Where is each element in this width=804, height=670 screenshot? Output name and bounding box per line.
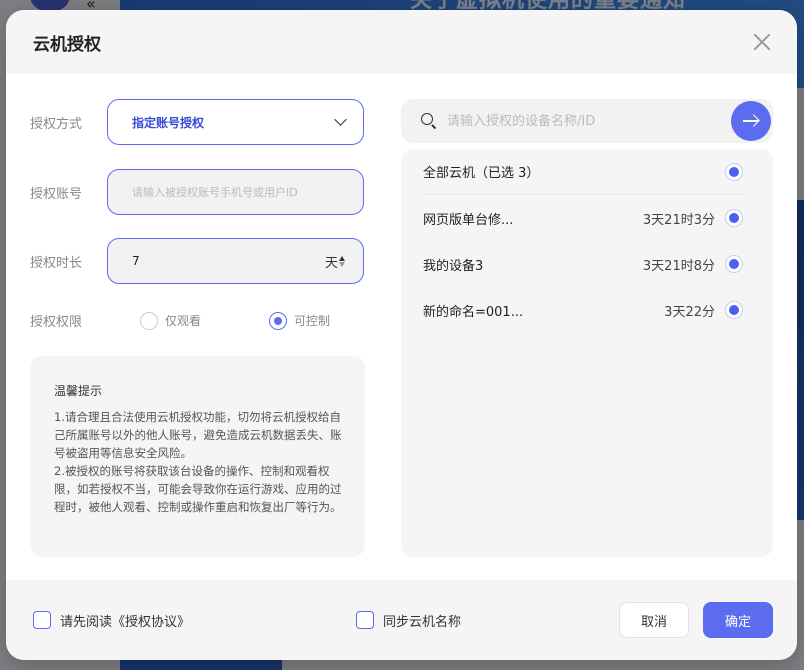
list-item[interactable]: 我的设备3 3天21时8分: [423, 241, 743, 287]
permission-row: 授权权限 仅观看 可控制: [30, 311, 330, 330]
search-submit-button[interactable]: [731, 101, 771, 141]
notice-box: 温馨提示 1.请合理且合法使用云机授权功能，切勿将云机授权给自己所属账号以外的他…: [30, 356, 365, 557]
list-item[interactable]: 新的命名=001... 3天22分: [423, 287, 743, 333]
device-select-radio[interactable]: [725, 209, 743, 227]
radio-control[interactable]: [269, 311, 288, 330]
device-name: 我的设备3: [423, 258, 484, 274]
notice-line: 1.请合理且合法使用云机授权功能，切勿将云机授权给自己所属账号以外的他人账号，避…: [54, 410, 342, 460]
spinner-down-icon[interactable]: [339, 261, 345, 267]
auth-mode-row: 授权方式 指定账号授权: [30, 99, 364, 145]
dialog-header: 云机授权: [6, 10, 797, 74]
select-all-radio[interactable]: [725, 162, 743, 181]
auth-mode-select[interactable]: 指定账号授权: [107, 99, 364, 145]
device-time: 3天21时8分: [642, 258, 715, 274]
notice-title: 温馨提示: [54, 384, 103, 398]
account-input[interactable]: [132, 185, 345, 199]
auth-mode-label: 授权方式: [30, 116, 83, 132]
device-select-radio[interactable]: [725, 255, 743, 273]
list-item[interactable]: 网页版单台修... 3天21时3分: [423, 195, 743, 241]
agree-label[interactable]: 请先阅读《授权协议》: [60, 611, 190, 630]
device-list: 全部云机（已选 3） 网页版单台修... 3天21时3分 我的设备3 3天21时…: [401, 149, 773, 557]
device-select-all[interactable]: 全部云机（已选 3）: [423, 149, 743, 195]
permission-control[interactable]: 可控制: [269, 311, 331, 330]
device-time: 3天21时3分: [642, 212, 715, 228]
cancel-button[interactable]: 取消: [619, 602, 689, 638]
sync-name-checkbox[interactable]: [356, 611, 375, 629]
device-name: 新的命名=001...: [423, 304, 524, 320]
duration-label: 授权时长: [30, 255, 83, 271]
permission-view-only[interactable]: 仅观看: [140, 311, 202, 330]
permission-view-only-label: 仅观看: [165, 314, 202, 328]
confirm-button[interactable]: 确定: [703, 602, 773, 638]
cloud-auth-dialog: 云机授权 授权方式 指定账号授权 授权账号 授权时长 7 天: [6, 10, 797, 660]
select-all-label: 全部云机（已选 3）: [423, 166, 540, 181]
device-search-input[interactable]: [447, 113, 717, 129]
sync-name-label: 同步云机名称: [383, 614, 462, 630]
search-icon: [421, 113, 437, 129]
account-label: 授权账号: [30, 186, 83, 202]
radio-view-only[interactable]: [140, 311, 158, 330]
duration-row: 授权时长 7 天: [30, 238, 364, 284]
device-name: 网页版单台修...: [423, 212, 514, 228]
sync-name-option[interactable]: 同步云机名称: [356, 611, 461, 630]
device-select-radio[interactable]: [725, 301, 743, 319]
permission-control-label: 可控制: [294, 314, 331, 328]
agree-checkbox[interactable]: [33, 611, 51, 629]
dialog-title: 云机授权: [33, 34, 101, 55]
duration-unit: 天: [324, 255, 338, 271]
duration-stepper[interactable]: 7 天: [107, 238, 364, 284]
duration-value: 7: [132, 254, 140, 268]
chevron-down-icon: [334, 113, 347, 126]
duration-unit-group: 天: [325, 252, 345, 271]
permission-radio-group: 仅观看 可控制: [107, 311, 331, 330]
device-time: 3天22分: [664, 304, 715, 320]
account-field-box: [107, 169, 364, 215]
arrow-right-icon: [743, 115, 759, 127]
account-row: 授权账号: [30, 169, 364, 215]
device-search-bar: [401, 99, 773, 143]
permission-label: 授权权限: [30, 315, 83, 330]
spinner-icon[interactable]: [339, 255, 345, 267]
dialog-footer: 请先阅读《授权协议》 同步云机名称 取消 确定: [6, 580, 797, 660]
notice-line: 2.被授权的账号将获取该台设备的操作、控制和观看权限，如若授权不当，可能会导致你…: [54, 464, 342, 514]
auth-mode-value: 指定账号授权: [132, 115, 205, 130]
agree-option[interactable]: 请先阅读《授权协议》: [33, 611, 190, 630]
close-icon[interactable]: [749, 29, 775, 55]
dialog-body: 授权方式 指定账号授权 授权账号 授权时长 7 天: [6, 74, 797, 580]
spinner-up-icon[interactable]: [339, 255, 345, 261]
